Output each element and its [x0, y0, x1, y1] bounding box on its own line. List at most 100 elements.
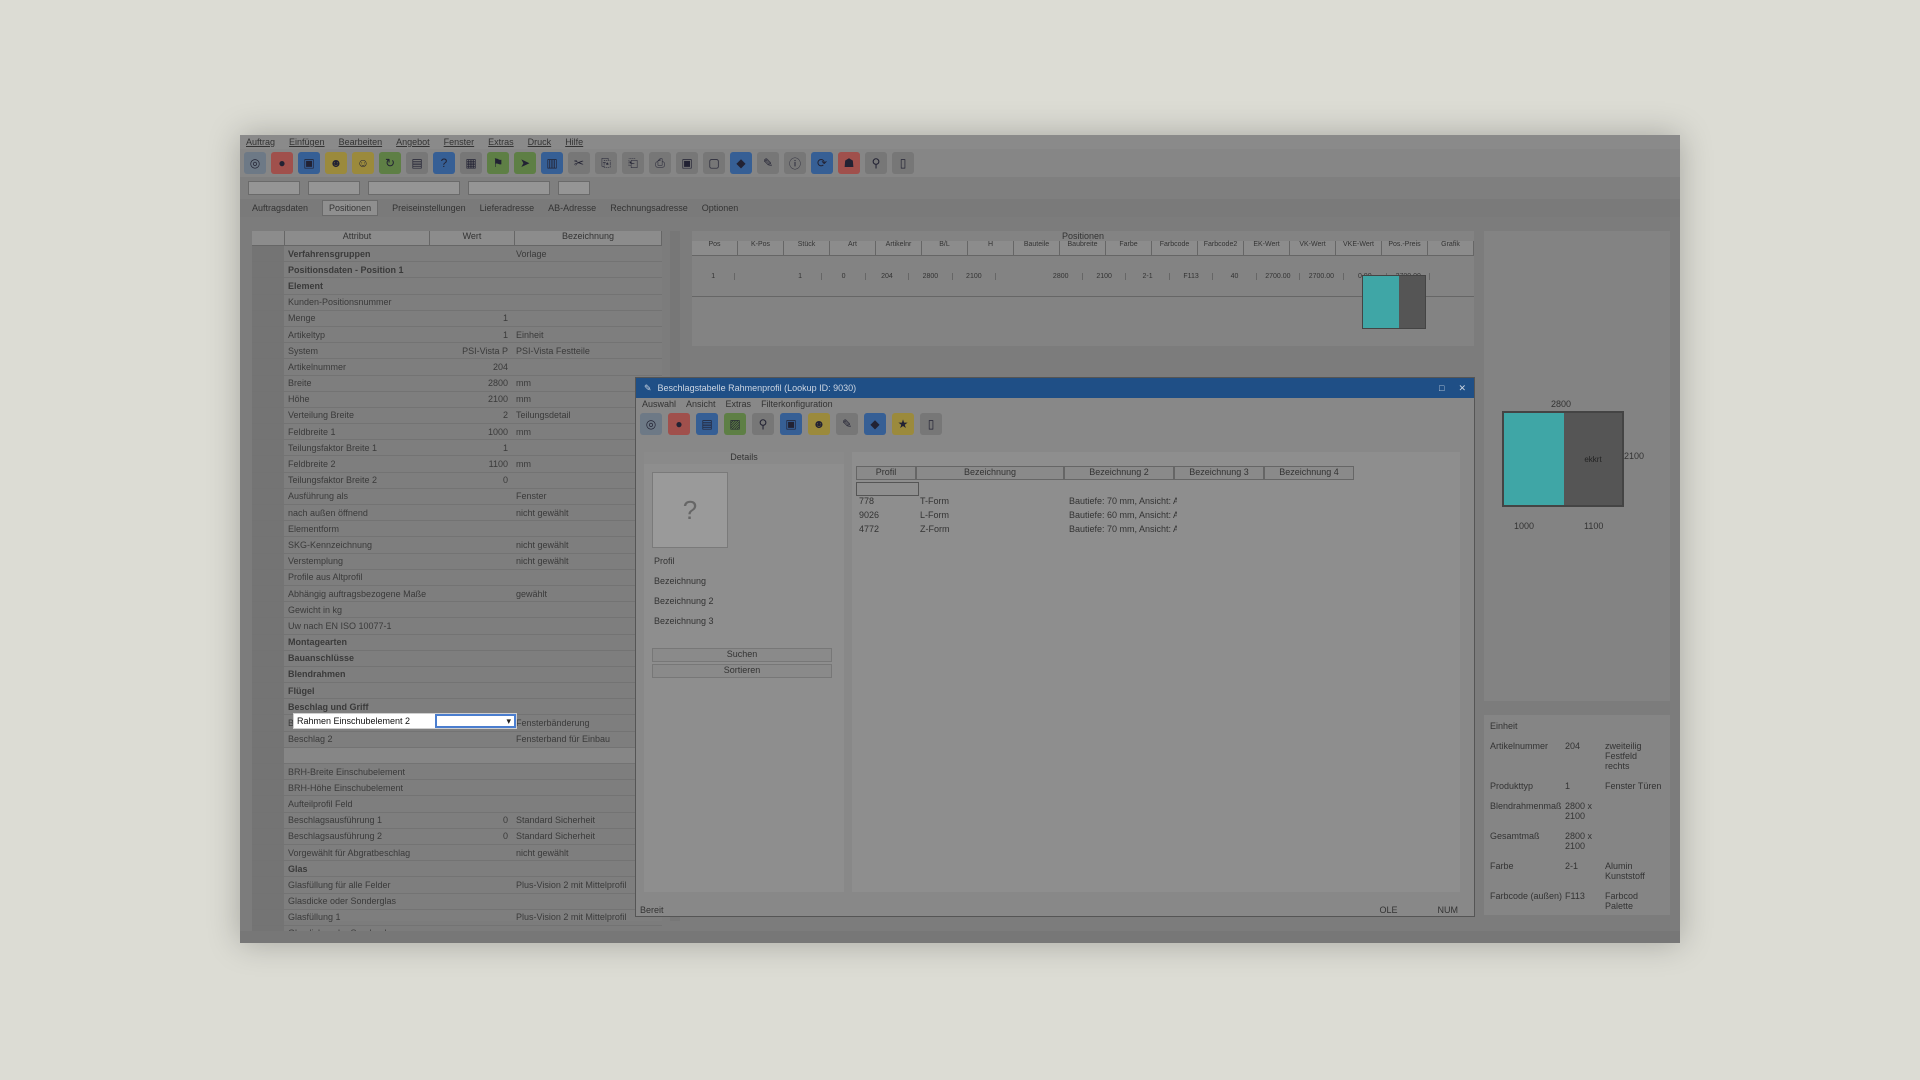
attribute-row[interactable]: Teilungsfaktor Breite 1 1 [252, 440, 662, 457]
attribute-row[interactable]: Profile aus Altprofil [252, 569, 662, 586]
clipboard-icon[interactable]: ▯ [892, 152, 914, 174]
dialog-filter-icon[interactable]: ⚲ [752, 413, 774, 435]
maximize-icon[interactable]: □ [1439, 383, 1444, 393]
attribute-row[interactable]: Artikelnummer 204 [252, 359, 662, 376]
layout-icon[interactable]: ▣ [676, 152, 698, 174]
filter-field-3[interactable] [368, 181, 460, 195]
attribute-row[interactable]: Höhe 2100 mm [252, 391, 662, 408]
positions-column[interactable]: EK-Wert [1244, 241, 1290, 255]
users-icon[interactable]: ☻ [325, 152, 347, 174]
cut-icon[interactable]: ✂ [568, 152, 590, 174]
grid-column[interactable]: Bezeichnung 2 [1064, 466, 1174, 480]
attribute-row[interactable]: Elementform [252, 521, 662, 538]
menu-angebot[interactable]: Angebot [396, 137, 430, 147]
grid-column[interactable]: Bezeichnung 4 [1264, 466, 1354, 480]
refresh-icon[interactable]: ↻ [379, 152, 401, 174]
flag-icon[interactable]: ⚑ [487, 152, 509, 174]
attribute-row[interactable]: Bauanschlüsse [252, 650, 662, 667]
attribute-row[interactable]: Montagearten [252, 634, 662, 651]
attribute-row[interactable]: Kunden-Positionsnummer [252, 294, 662, 311]
column-attribut[interactable]: Attribut [285, 231, 430, 245]
attribute-row[interactable]: Verstemplung nicht gewählt [252, 553, 662, 570]
sync-icon[interactable]: ⟳ [811, 152, 833, 174]
dialog-doc-icon[interactable]: ▯ [920, 413, 942, 435]
positions-column[interactable]: Pos [692, 241, 738, 255]
attribute-row[interactable]: Vorgewählt für Abgratbeschlag nicht gewäh… [252, 844, 662, 862]
positions-column[interactable]: VK-Wert [1290, 241, 1336, 255]
menu-bearbeiten[interactable]: Bearbeiten [339, 137, 383, 147]
positions-column[interactable]: Art [830, 241, 876, 255]
grid-column[interactable]: Bezeichnung [916, 466, 1064, 480]
dialog-view-icon[interactable]: ▤ [696, 413, 718, 435]
tab-ab-adresse[interactable]: AB-Adresse [548, 203, 596, 213]
document-icon[interactable]: ▤ [406, 152, 428, 174]
stop-icon[interactable]: ● [271, 152, 293, 174]
print-icon[interactable]: ⎙ [649, 152, 671, 174]
menu-auftrag[interactable]: Auftrag [246, 137, 275, 147]
grid-row[interactable] [856, 482, 1361, 496]
tab-rechnungsadresse[interactable]: Rechnungsadresse [610, 203, 688, 213]
filter-field-4[interactable] [468, 181, 550, 195]
attribute-row[interactable]: SKG-Kennzeichnung nicht gewählt [252, 537, 662, 554]
attribute-row[interactable]: Beschlagsausführung 1 0 Standard Sicherhei… [252, 812, 662, 829]
positions-column[interactable]: Baubreite [1060, 241, 1106, 255]
dialog-image-icon[interactable]: ▨ [724, 413, 746, 435]
positions-column[interactable]: VKE-Wert [1336, 241, 1382, 255]
dialog-menu-ansicht[interactable]: Ansicht [686, 399, 716, 409]
attribute-row[interactable]: BRH-Breite Einschubelement [252, 764, 662, 781]
forward-icon[interactable]: ➤ [514, 152, 536, 174]
positions-column[interactable]: K-Pos [738, 241, 784, 255]
menu-druck[interactable]: Druck [528, 137, 552, 147]
attribute-row[interactable]: Teilungsfaktor Breite 2 0 [252, 472, 662, 489]
dialog-tags-icon[interactable]: ☻ [808, 413, 830, 435]
tag-icon[interactable]: ◆ [730, 152, 752, 174]
dropdown-arrow-icon[interactable]: ▾ [506, 716, 511, 726]
close-icon[interactable]: ✕ [1450, 383, 1474, 394]
attribute-row[interactable]: Feldbreite 2 1100 mm [252, 456, 662, 473]
filter-field-5[interactable] [558, 181, 590, 195]
attribute-row[interactable]: nach außen öffnend nicht gewählt [252, 505, 662, 522]
search-dropdown[interactable]: Suchen [652, 648, 832, 662]
attribute-row[interactable]: Flügel [252, 683, 662, 700]
positions-column[interactable]: H [968, 241, 1014, 255]
menu-einfuegen[interactable]: Einfügen [289, 137, 325, 147]
attribute-row[interactable]: Ausführung als Fenster [252, 488, 662, 505]
attribute-row[interactable]: Menge 1 [252, 310, 662, 327]
positions-column[interactable]: Farbcode2 [1198, 241, 1244, 255]
table-icon[interactable]: ▥ [541, 152, 563, 174]
attribute-row[interactable]: Glasfüllung 1 Plus-Vision 2 mit Mittelpro… [252, 909, 662, 926]
attribute-row[interactable]: Glasfüllung für alle Felder Plus-Vision 2… [252, 877, 662, 894]
filter-field-1[interactable] [248, 181, 300, 195]
copy-icon[interactable]: ⎘ [595, 152, 617, 174]
attribute-row[interactable] [252, 747, 662, 764]
attribute-row[interactable]: Abhängig auftragsbezogene Maße gewählt [252, 585, 662, 603]
dialog-tag-icon[interactable]: ◆ [864, 413, 886, 435]
back-icon[interactable]: ◎ [244, 152, 266, 174]
dialog-save-icon[interactable]: ▣ [780, 413, 802, 435]
filter-icon[interactable]: ⚲ [865, 152, 887, 174]
dialog-back-icon[interactable]: ◎ [640, 413, 662, 435]
attribute-row[interactable]: Uw nach EN ISO 10077-1 [252, 618, 662, 635]
grid-row[interactable]: 4772 Z-Form Bautiefe: 70 mm, Ansicht: Alum… [856, 524, 1359, 538]
save-icon[interactable]: ▣ [298, 152, 320, 174]
attribute-row[interactable]: Element [252, 278, 662, 295]
column-wert[interactable]: Wert [430, 231, 515, 245]
dialog-stop-icon[interactable]: ● [668, 413, 690, 435]
positions-column[interactable]: Pos.-Preis [1382, 241, 1428, 255]
positions-row[interactable]: 1 1 0 204 2800 2100 2800 2100 2-1 F113 40 2700.00 27… [692, 256, 1474, 297]
dialog-menu-filter[interactable]: Filterkonfiguration [761, 399, 833, 409]
attribute-row[interactable]: Gewicht in kg [252, 602, 662, 619]
attribute-row[interactable]: Beschlagsausführung 2 0 Standard Sicherhei… [252, 828, 662, 845]
tab-optionen[interactable]: Optionen [702, 203, 739, 213]
attribute-row[interactable]: Beschlag 2 Fensterband für Einbau [252, 731, 662, 748]
window-icon[interactable]: ▢ [703, 152, 725, 174]
attribute-row[interactable]: Aufteilprofil Feld [252, 796, 662, 813]
dialog-menu-auswahl[interactable]: Auswahl [642, 399, 676, 409]
grid-row[interactable]: 9026 L-Form Bautiefe: 60 mm, Ansicht: Alum… [856, 510, 1359, 524]
grid-icon[interactable]: ▦ [460, 152, 482, 174]
attribute-row[interactable]: Verfahrensgruppen Vorlage [252, 246, 662, 263]
paste-icon[interactable]: ⎗ [622, 152, 644, 174]
tab-lieferadresse[interactable]: Lieferadresse [480, 203, 535, 213]
positions-column[interactable]: B/L [922, 241, 968, 255]
attribute-row[interactable]: BRH-Höhe Einschubelement [252, 780, 662, 797]
